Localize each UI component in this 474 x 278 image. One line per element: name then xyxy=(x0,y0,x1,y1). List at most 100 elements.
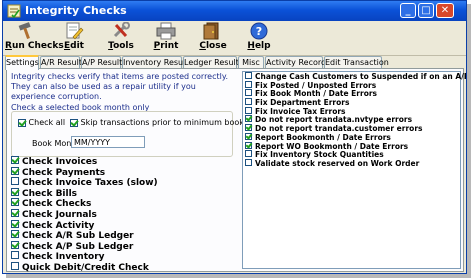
pencil-edit-icon xyxy=(66,22,84,40)
checks-list: Check Invoices Check Payments Check Invoic… xyxy=(11,156,158,273)
quick-debit-credit-check-checkbox[interactable] xyxy=(11,261,19,270)
check-bills-checkbox[interactable] xyxy=(11,187,19,196)
toolbar: Run Checks Edit Tools Print Close ? Help xyxy=(3,21,466,56)
skip-transactions-checkbox[interactable] xyxy=(70,118,78,127)
check-all-checkbox[interactable] xyxy=(18,118,26,127)
list-item-check-a-r-sub-ledger[interactable]: Check A/R Sub Ledger xyxy=(11,230,158,241)
tab-ar-results[interactable]: A/R Results xyxy=(40,56,86,68)
check-invoices-checkbox[interactable] xyxy=(11,156,19,164)
do-not-report-trandata-customer-errors-label: Do not report trandata.customer errors xyxy=(255,124,423,134)
validate-stock-reserved-on-work-order-label: Validate stock reserved on Work Order xyxy=(255,158,420,168)
list-item-check-invoices[interactable]: Check Invoices xyxy=(11,156,158,167)
tab-inventory-results[interactable]: Inventory Results xyxy=(122,56,193,68)
maximize-button[interactable]: □ xyxy=(418,3,434,18)
print-label: rint xyxy=(160,41,179,51)
close-door-icon xyxy=(203,22,219,40)
tab-edit-transaction[interactable]: Edit Transaction xyxy=(324,56,389,68)
help-label: elp xyxy=(254,41,271,51)
run-checks-button[interactable]: Run Checks xyxy=(5,22,64,54)
run-checks-label: un Checks xyxy=(11,41,64,51)
list-item-check-a-p-sub-ledger[interactable]: Check A/P Sub Ledger xyxy=(11,240,158,252)
do-not-report-trandata-nvtype-errors-label: Do not report trandata.nvtype errors xyxy=(255,115,413,125)
tab-activity-records[interactable]: Activity Records xyxy=(265,56,330,68)
list-item-report-wo-bookmonth-date-errors[interactable]: Report WO Bookmonth / Date Errors xyxy=(243,141,460,151)
app-icon xyxy=(7,4,21,18)
list-item-check-bills[interactable]: Check Bills xyxy=(11,187,158,199)
check-invoice-taxes-slow-checkbox[interactable] xyxy=(11,177,19,186)
check-a-r-sub-ledger-checkbox[interactable] xyxy=(11,230,19,239)
list-item-do-not-report-trandata-customer-errors[interactable]: Do not report trandata.customer errors xyxy=(243,124,460,133)
close-window-button[interactable]: ✕ xyxy=(436,3,454,18)
hammer-run-icon xyxy=(18,22,31,39)
check-checks-checkbox[interactable] xyxy=(11,198,19,207)
list-item-report-bookmonth-date-errors[interactable]: Report Bookmonth / Date Errors xyxy=(243,132,460,142)
minimize-button[interactable]: _ xyxy=(400,3,416,18)
report-bookmonth-date-errors-label: Report Bookmonth / Date Errors xyxy=(255,132,391,142)
check-payments-checkbox[interactable] xyxy=(11,166,19,175)
do-not-report-trandata-customer-errors-checkbox[interactable] xyxy=(245,124,252,132)
list-item-change-cash-customers-to-suspended-if-on-an-a-r-invoice[interactable]: Change Cash Customers to Suspended if on… xyxy=(243,72,466,81)
tab-ap-results[interactable]: A/P Results xyxy=(81,56,126,68)
check-all-label: Check all xyxy=(28,118,66,127)
list-item-check-inventory[interactable]: Check Inventory xyxy=(11,251,158,262)
tab-ledger-results[interactable]: Ledger Results xyxy=(183,56,243,68)
close-button[interactable]: Close xyxy=(199,22,227,54)
close-label: lose xyxy=(205,41,227,51)
list-item-fix-department-errors[interactable]: Fix Department Errors xyxy=(243,98,460,107)
check-inventory-checkbox[interactable] xyxy=(11,251,19,260)
print-button[interactable]: Print xyxy=(153,22,179,54)
list-item-check-activity[interactable]: Check Activity xyxy=(11,219,158,231)
book-month-group: Check all Skip transactions prior to min… xyxy=(11,111,272,157)
check-a-r-sub-ledger-label: Check A/R Sub Ledger xyxy=(22,231,134,242)
check-invoice-taxes-slow-label: Check Invoice Taxes (slow) xyxy=(22,178,158,189)
fix-department-errors-checkbox[interactable] xyxy=(245,98,252,106)
book-month-input[interactable] xyxy=(71,136,145,148)
report-wo-bookmonth-date-errors-checkbox[interactable] xyxy=(245,141,252,149)
info-text: Integrity checks verify that items are p… xyxy=(11,72,228,101)
window-title: Integrity Checks xyxy=(25,4,127,17)
check-journals-label: Check Journals xyxy=(22,209,97,220)
check-payments-label: Check Payments xyxy=(22,167,106,178)
tools-button[interactable]: Tools xyxy=(107,22,135,54)
list-item-do-not-report-trandata-nvtype-errors[interactable]: Do not report trandata.nvtype errors xyxy=(243,115,460,124)
list-item-quick-debit-credit-check[interactable]: Quick Debit/Credit Check xyxy=(11,261,158,273)
fix-inventory-stock-quantities-checkbox[interactable] xyxy=(245,150,252,158)
fix-posted-unposted-errors-checkbox[interactable] xyxy=(245,80,252,88)
settings-panel: Integrity checks verify that items are p… xyxy=(6,68,466,273)
list-item-check-journals[interactable]: Check Journals xyxy=(11,208,158,220)
list-item-validate-stock-reserved-on-work-order[interactable]: Validate stock reserved on Work Order xyxy=(243,158,460,168)
list-item-fix-posted-unposted-errors[interactable]: Fix Posted / Unposted Errors xyxy=(243,80,460,90)
help-icon: ? xyxy=(250,22,268,40)
quick-debit-credit-check-label: Quick Debit/Credit Check xyxy=(22,262,149,273)
report-wo-bookmonth-date-errors-label: Report WO Bookmonth / Date Errors xyxy=(255,141,409,151)
help-button[interactable]: ? Help xyxy=(246,22,272,54)
check-journals-checkbox[interactable] xyxy=(11,208,19,217)
check-inventory-label: Check Inventory xyxy=(22,252,105,263)
printer-icon xyxy=(156,22,176,40)
tab-settings[interactable]: Settings xyxy=(5,55,39,70)
fix-book-month-date-errors-checkbox[interactable] xyxy=(245,89,252,97)
do-not-report-trandata-nvtype-errors-checkbox[interactable] xyxy=(245,115,252,123)
validate-stock-reserved-on-work-order-checkbox[interactable] xyxy=(245,158,252,166)
list-item-fix-book-month-date-errors[interactable]: Fix Book Month / Date Errors xyxy=(243,89,460,98)
list-item-check-checks[interactable]: Check Checks xyxy=(11,198,158,209)
fix-invoice-tax-errors-label: Fix Invoice Tax Errors xyxy=(255,106,346,116)
list-item-check-invoice-taxes-slow[interactable]: Check Invoice Taxes (slow) xyxy=(11,177,158,188)
check-all-option[interactable]: Check all xyxy=(18,118,65,127)
change-cash-customers-to-suspended-if-on-an-a-r-invoice-checkbox[interactable] xyxy=(245,72,252,79)
close-accel: C xyxy=(199,41,206,51)
list-item-fix-inventory-stock-quantities[interactable]: Fix Inventory Stock Quantities xyxy=(243,150,460,159)
tab-misc[interactable]: Misc xyxy=(238,56,264,68)
fix-department-errors-label: Fix Department Errors xyxy=(255,98,350,108)
report-bookmonth-date-errors-checkbox[interactable] xyxy=(245,132,252,140)
check-a-p-sub-ledger-checkbox[interactable] xyxy=(11,240,19,249)
fix-invoice-tax-errors-checkbox[interactable] xyxy=(245,106,252,114)
title-bar[interactable]: Integrity Checks _ □ ✕ xyxy=(3,1,466,21)
list-item-fix-invoice-tax-errors[interactable]: Fix Invoice Tax Errors xyxy=(243,106,460,116)
edit-button[interactable]: Edit xyxy=(61,22,87,54)
edit-label: dit xyxy=(70,41,84,51)
check-activity-label: Check Activity xyxy=(22,220,95,231)
change-cash-customers-to-suspended-if-on-an-a-r-invoice-label: Change Cash Customers to Suspended if on… xyxy=(255,72,466,81)
list-item-check-payments[interactable]: Check Payments xyxy=(11,166,158,178)
check-activity-checkbox[interactable] xyxy=(11,219,19,228)
